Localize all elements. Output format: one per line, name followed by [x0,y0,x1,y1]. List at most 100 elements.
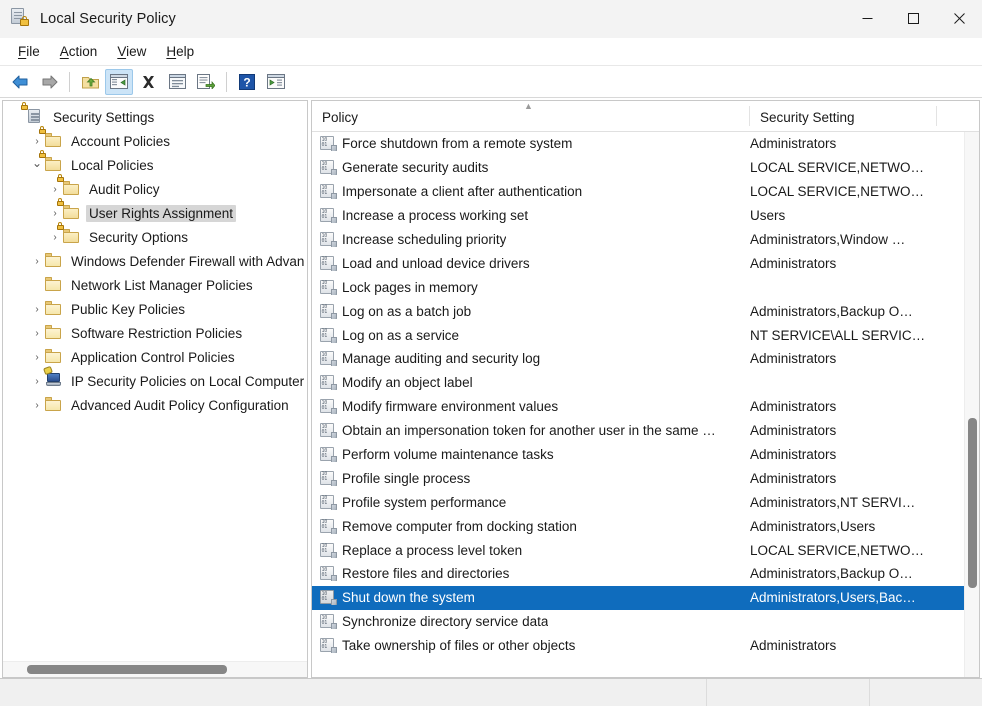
tree-item-local-policies[interactable]: ⌄Local Policies [3,153,307,177]
policy-row-remove-computer-from-docking-station[interactable]: 1001Remove computer from docking station… [312,514,979,538]
chevron-right-icon[interactable]: › [29,325,45,341]
show-hide-tree-icon[interactable] [105,69,133,95]
tree-item-audit-policy[interactable]: › Audit Policy [3,177,307,201]
policy-row-profile-single-process[interactable]: 1001Profile single processAdministrators [312,466,979,490]
policy-row-take-ownership-of-files-or-other-objects[interactable]: 1001 Take ownership of files or other obj… [312,634,979,658]
tree-hscroll-thumb[interactable] [27,665,227,674]
policy-row-replace-a-process-level-token[interactable]: 1001Replace a process level tokenLOCAL S… [312,538,979,562]
toolbar: ? [0,66,982,98]
tree-item-account-policies[interactable]: ›Account Policies [3,129,307,153]
policy-rows: 1001Force shutdown from a remote systemA… [312,132,979,658]
policy-row-load-and-unload-device-drivers[interactable]: 1001Load and unload device driversAdmini… [312,251,979,275]
security-setting-value: LOCAL SERVICE,NETWOR… [750,543,937,558]
security-setting-value: Administrators [750,351,937,366]
chevron-right-icon[interactable]: › [47,229,63,245]
back-arrow-icon[interactable] [6,69,34,95]
folder-icon [45,277,63,293]
policy-row-modify-firmware-environment-values[interactable]: 1001Modify firmware environment valuesAd… [312,395,979,419]
menu-action[interactable]: Action [50,41,108,62]
close-button[interactable] [936,0,982,38]
chevron-right-icon[interactable]: › [29,253,45,269]
security-console-icon [27,109,45,125]
chevron-right-icon[interactable]: › [29,397,45,413]
folder-icon [45,253,63,269]
tree-item-advanced-audit-policy-configuration[interactable]: ›Advanced Audit Policy Configuration [3,393,307,417]
show-action-pane-icon[interactable] [262,69,290,95]
menu-file[interactable]: File [8,41,50,62]
chevron-right-icon[interactable]: › [29,301,45,317]
policy-row-lock-pages-in-memory[interactable]: 1001Lock pages in memory [312,275,979,299]
local-security-policy-window: Local Security Policy File Action View H… [0,0,982,706]
tree-item-security-options[interactable]: ›Security Options [3,225,307,249]
security-setting-value: Administrators [750,471,937,486]
list-vscroll-thumb[interactable] [968,418,977,588]
toolbar-separator-1 [69,72,70,92]
tree-item-public-key-policies[interactable]: › Public Key Policies [3,297,307,321]
policy-setting-icon: 1001 [320,351,336,366]
policy-setting-icon: 1001 [320,638,336,653]
policy-row-impersonate-a-client-after-authenticatio[interactable]: 1001Impersonate a client after authentic… [312,180,979,204]
policy-row-shut-down-the-system[interactable]: 1001Shut down the systemAdministrators,U… [312,586,979,610]
chevron-right-icon[interactable]: › [29,133,45,149]
help-icon[interactable]: ? [233,69,261,95]
policy-row-manage-auditing-and-security-log[interactable]: 1001Manage auditing and security logAdmi… [312,347,979,371]
policy-row-synchronize-directory-service-data[interactable]: 1001Synchronize directory service data [312,610,979,634]
policy-row-log-on-as-a-service[interactable]: 1001Log on as a serviceNT SERVICE\ALL SE… [312,323,979,347]
tree-item-ip-security-policies-on-local-computer[interactable]: ›IP Security Policies on Local Computer [3,369,307,393]
window-title: Local Security Policy [40,11,176,27]
security-setting-value: Administrators,Backup O… [750,304,937,319]
tree-item-label: Audit Policy [86,181,163,198]
menu-help[interactable]: Help [156,41,204,62]
up-folder-icon[interactable] [76,69,104,95]
chevron-right-icon[interactable]: › [47,181,63,197]
policy-row-restore-files-and-directories[interactable]: 1001Restore files and directoriesAdminis… [312,562,979,586]
policy-row-perform-volume-maintenance-tasks[interactable]: 1001Perform volume maintenance tasksAdmi… [312,443,979,467]
tree-item-software-restriction-policies[interactable]: ›Software Restriction Policies [3,321,307,345]
policy-row-generate-security-audits[interactable]: 1001Generate security auditsLOCAL SERVIC… [312,156,979,180]
list-vertical-scrollbar[interactable] [964,132,979,677]
tree-item-user-rights-assignment[interactable]: ›User Rights Assignment [3,201,307,225]
security-setting-value: NT SERVICE\ALL SERVICE… [750,328,937,343]
console-tree[interactable]: Security Settings›Account Policies⌄Local… [3,101,307,661]
policy-name-cell: 1001Replace a process level token [312,543,750,558]
tree-item-label: Local Policies [68,157,157,174]
policy-name: Perform volume maintenance tasks [342,447,554,462]
tree-root-security-settings[interactable]: Security Settings [3,105,307,129]
policy-row-profile-system-performance[interactable]: 1001Profile system performanceAdministra… [312,490,979,514]
policy-row-log-on-as-a-batch-job[interactable]: 1001Log on as a batch jobAdministrators,… [312,299,979,323]
policy-row-increase-a-process-working-set[interactable]: 1001Increase a process working setUsers [312,204,979,228]
policy-row-force-shutdown-from-a-remote-system[interactable]: 1001Force shutdown from a remote systemA… [312,132,979,156]
policy-setting-icon: 1001 [320,136,336,151]
column-header-policy[interactable]: Policy ▲ [312,100,750,131]
menu-view[interactable]: View [107,41,156,62]
policy-name-cell: 1001Profile single process [312,471,750,486]
folder-icon [45,397,63,413]
maximize-button[interactable] [890,0,936,38]
column-header-security-setting[interactable]: Security Setting [750,100,937,131]
tree-horizontal-scrollbar[interactable] [3,661,307,677]
minimize-button[interactable] [844,0,890,38]
policy-row-modify-an-object-label[interactable]: 1001Modify an object label [312,371,979,395]
forward-arrow-icon[interactable] [35,69,63,95]
tree-item-label: Public Key Policies [68,301,188,318]
policy-setting-icon: 1001 [320,399,336,414]
tree-item-windows-defender-firewall-with-advan[interactable]: ›Windows Defender Firewall with Advan [3,249,307,273]
policy-name: Take ownership of files or other objects [342,638,575,653]
policy-name-cell: 1001Increase scheduling priority [312,232,750,247]
security-setting-value: Administrators,NT SERVI… [750,495,937,510]
delete-icon[interactable] [134,69,162,95]
policy-row-obtain-an-impersonation-token-for-anothe[interactable]: 1001Obtain an impersonation token for an… [312,419,979,443]
chevron-right-icon[interactable]: › [47,205,63,221]
policy-list-body[interactable]: 1001Force shutdown from a remote systemA… [312,132,979,677]
tree-item-network-list-manager-policies[interactable]: Network List Manager Policies [3,273,307,297]
folder-lock-icon [45,133,63,149]
security-setting-value: LOCAL SERVICE,NETWOR… [750,184,937,199]
policy-row-increase-scheduling-priority[interactable]: 1001Increase scheduling priorityAdminist… [312,228,979,252]
policy-name: Remove computer from docking station [342,519,577,534]
policy-setting-icon: 1001 [320,160,336,175]
export-list-icon[interactable] [192,69,220,95]
chevron-right-icon[interactable]: › [29,349,45,365]
properties-icon[interactable] [163,69,191,95]
chevron-right-icon[interactable]: › [29,373,45,389]
policy-name-cell: 1001Lock pages in memory [312,280,750,295]
